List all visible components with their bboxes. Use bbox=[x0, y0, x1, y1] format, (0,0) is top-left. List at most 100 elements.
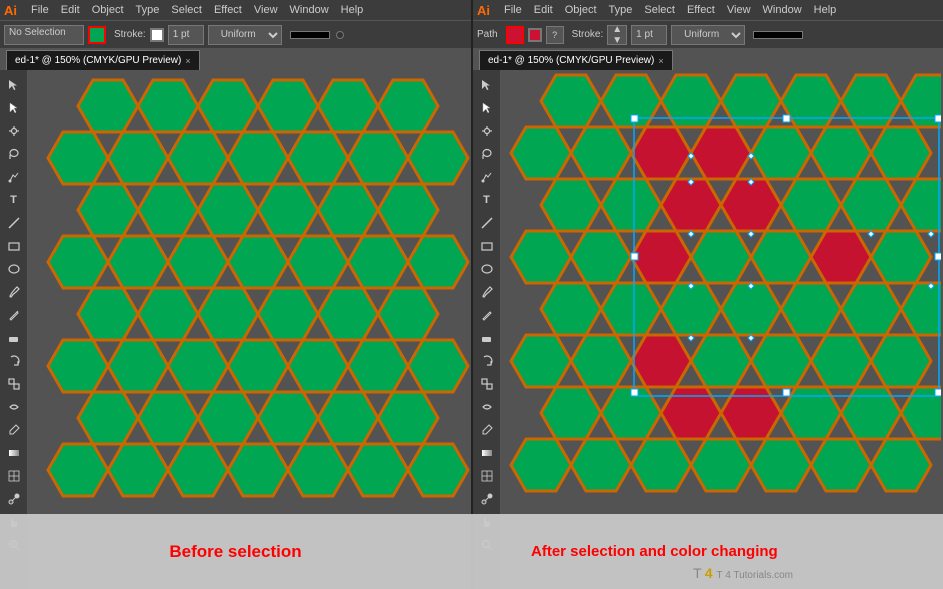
r-gradient-btn[interactable] bbox=[476, 442, 498, 464]
r-ellipse-btn[interactable] bbox=[476, 258, 498, 280]
left-menu-edit[interactable]: Edit bbox=[55, 4, 86, 16]
r-hex-8-4 bbox=[751, 439, 811, 491]
right-stroke-swatch[interactable] bbox=[528, 28, 542, 42]
right-tab-bar: ed-1* @ 150% (CMYK/GPU Preview) × bbox=[473, 48, 943, 70]
left-tab-close[interactable]: × bbox=[185, 56, 190, 66]
hex-5-4 bbox=[258, 288, 318, 340]
r-selection-tool-btn[interactable] bbox=[476, 74, 498, 96]
r-hex-8-0 bbox=[511, 439, 571, 491]
r-pencil-btn[interactable] bbox=[476, 304, 498, 326]
r-hex-4-2 bbox=[631, 231, 691, 283]
hex-4-1 bbox=[108, 236, 168, 288]
handle-bl bbox=[631, 389, 638, 396]
right-menu-window[interactable]: Window bbox=[757, 4, 808, 16]
r-rect-btn[interactable] bbox=[476, 235, 498, 257]
left-menu-file[interactable]: File bbox=[25, 4, 55, 16]
eraser-tool-btn[interactable] bbox=[3, 327, 25, 349]
r-line-btn[interactable] bbox=[476, 212, 498, 234]
r-magic-wand-btn[interactable] bbox=[476, 120, 498, 142]
right-question-swatch[interactable]: ? bbox=[546, 26, 564, 44]
left-menu-effect[interactable]: Effect bbox=[208, 4, 248, 16]
right-hex-svg bbox=[501, 70, 941, 589]
r-direct-select-btn[interactable] bbox=[476, 97, 498, 119]
brush-tool-btn[interactable] bbox=[3, 281, 25, 303]
left-menu-object[interactable]: Object bbox=[86, 4, 130, 16]
right-tab-close[interactable]: × bbox=[658, 56, 663, 66]
stroke-color-swatch[interactable] bbox=[150, 28, 164, 42]
handle-tr bbox=[935, 115, 941, 122]
right-stroke-type-select[interactable]: Uniform bbox=[671, 25, 745, 45]
right-document-tab[interactable]: ed-1* @ 150% (CMYK/GPU Preview) × bbox=[479, 50, 673, 70]
right-fill-swatch[interactable] bbox=[506, 26, 524, 44]
left-tab-label: ed-1* @ 150% (CMYK/GPU Preview) bbox=[15, 55, 181, 66]
r-blend-btn[interactable] bbox=[476, 488, 498, 510]
left-menu-type[interactable]: Type bbox=[130, 4, 166, 16]
selection-tool-btn[interactable] bbox=[3, 74, 25, 96]
rotate-tool-btn[interactable] bbox=[3, 350, 25, 372]
left-menu-window[interactable]: Window bbox=[284, 4, 335, 16]
r-scale-btn[interactable] bbox=[476, 373, 498, 395]
zoom-tool-btn[interactable] bbox=[3, 534, 25, 556]
r-hex-3-4 bbox=[721, 179, 781, 231]
stroke-weight-input[interactable] bbox=[168, 25, 204, 45]
r-hex-6-1 bbox=[571, 335, 631, 387]
fill-color-swatch[interactable] bbox=[88, 26, 106, 44]
r-hand-btn[interactable] bbox=[476, 511, 498, 533]
left-menu-select[interactable]: Select bbox=[165, 4, 208, 16]
r-hex-5-2 bbox=[601, 283, 661, 335]
right-stroke-stepper[interactable]: ▲▼ bbox=[607, 25, 627, 45]
left-menu-view[interactable]: View bbox=[248, 4, 284, 16]
left-menu-help[interactable]: Help bbox=[335, 4, 370, 16]
blend-tool-btn[interactable] bbox=[3, 488, 25, 510]
r-hex-4-5 bbox=[811, 231, 871, 283]
r-eyedropper-btn[interactable] bbox=[476, 419, 498, 441]
pencil-tool-btn[interactable] bbox=[3, 304, 25, 326]
r-hex-5-1 bbox=[541, 283, 601, 335]
stroke-type-select[interactable]: Uniform bbox=[208, 25, 282, 45]
r-rotate-btn[interactable] bbox=[476, 350, 498, 372]
right-menu-type[interactable]: Type bbox=[603, 4, 639, 16]
r-brush-btn[interactable] bbox=[476, 281, 498, 303]
r-hex-7-1 bbox=[541, 387, 601, 439]
warp-tool-btn[interactable] bbox=[3, 396, 25, 418]
ellipse-tool-btn[interactable] bbox=[3, 258, 25, 280]
mesh-tool-btn[interactable] bbox=[3, 465, 25, 487]
r-type-btn[interactable]: T bbox=[476, 189, 498, 211]
r-hex-8-1 bbox=[571, 439, 631, 491]
r-warp-btn[interactable] bbox=[476, 396, 498, 418]
right-menu-object[interactable]: Object bbox=[559, 4, 603, 16]
hex-2-6 bbox=[408, 132, 468, 184]
handle-tl bbox=[631, 115, 638, 122]
r-hex-3-5 bbox=[781, 179, 841, 231]
hex-4-5 bbox=[348, 236, 408, 288]
lasso-tool-btn[interactable] bbox=[3, 143, 25, 165]
left-document-tab[interactable]: ed-1* @ 150% (CMYK/GPU Preview) × bbox=[6, 50, 200, 70]
right-menu-help[interactable]: Help bbox=[808, 4, 843, 16]
line-tool-btn[interactable] bbox=[3, 212, 25, 234]
gradient-tool-btn[interactable] bbox=[3, 442, 25, 464]
hex-7-1 bbox=[78, 392, 138, 444]
r-hex-2-6 bbox=[871, 127, 931, 179]
right-menu-edit[interactable]: Edit bbox=[528, 4, 559, 16]
magic-wand-tool-btn[interactable] bbox=[3, 120, 25, 142]
right-menu-select[interactable]: Select bbox=[638, 4, 681, 16]
r-eraser-btn[interactable] bbox=[476, 327, 498, 349]
r-hex-4-3 bbox=[691, 231, 751, 283]
r-zoom-btn[interactable] bbox=[476, 534, 498, 556]
selection-dropdown[interactable]: No Selection bbox=[4, 25, 84, 45]
r-pen-btn[interactable] bbox=[476, 166, 498, 188]
r-lasso-btn[interactable] bbox=[476, 143, 498, 165]
pen-tool-btn[interactable] bbox=[3, 166, 25, 188]
hand-tool-btn[interactable] bbox=[3, 511, 25, 533]
rect-tool-btn[interactable] bbox=[3, 235, 25, 257]
hex-8-6 bbox=[408, 444, 468, 496]
right-menu-file[interactable]: File bbox=[498, 4, 528, 16]
right-menu-effect[interactable]: Effect bbox=[681, 4, 721, 16]
right-stroke-weight-input[interactable] bbox=[631, 25, 667, 45]
type-tool-btn[interactable]: T bbox=[3, 189, 25, 211]
direct-select-tool-btn[interactable] bbox=[3, 97, 25, 119]
r-mesh-btn[interactable] bbox=[476, 465, 498, 487]
right-menu-view[interactable]: View bbox=[721, 4, 757, 16]
scale-tool-btn[interactable] bbox=[3, 373, 25, 395]
eyedropper-tool-btn[interactable] bbox=[3, 419, 25, 441]
